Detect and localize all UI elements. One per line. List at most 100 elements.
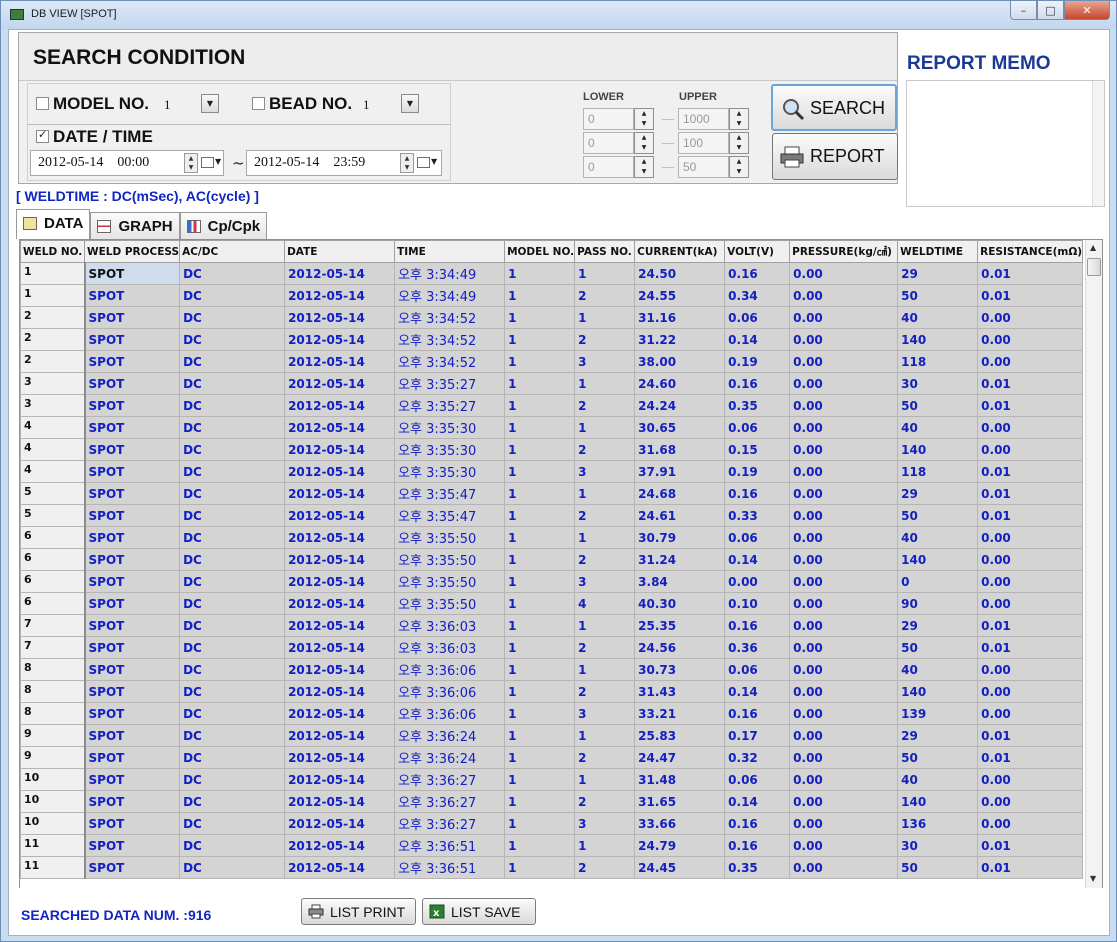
table-cell[interactable]: 0.01 xyxy=(977,834,1084,857)
table-cell[interactable]: 1 xyxy=(504,350,576,373)
table-cell[interactable]: DC xyxy=(179,372,286,395)
table-cell[interactable]: 오후 3:34:52 xyxy=(394,328,506,351)
table-cell[interactable]: 31.48 xyxy=(634,768,726,791)
table-row[interactable]: 2 SPOT DC 2012-05-14 오후 3:34:52 1 3 38.00 0.19 0.… xyxy=(20,350,1084,373)
table-cell[interactable]: 0.00 xyxy=(789,284,899,307)
table-cell[interactable]: SPOT xyxy=(83,724,181,747)
table-cell[interactable]: SPOT xyxy=(83,790,181,813)
table-cell[interactable]: 0.00 xyxy=(789,812,899,835)
table-cell[interactable]: 1 xyxy=(504,284,576,307)
table-cell[interactable]: 140 xyxy=(897,328,979,351)
table-row[interactable]: 4 SPOT DC 2012-05-14 오후 3:35:30 1 3 37.91 0.19 0.… xyxy=(20,460,1084,483)
table-cell[interactable]: 오후 3:35:27 xyxy=(394,372,506,395)
tab-data[interactable]: DATA xyxy=(16,209,91,239)
table-cell[interactable]: 24.61 xyxy=(634,504,726,527)
table-cell[interactable]: 1 xyxy=(504,702,576,725)
table-cell[interactable]: 0.00 xyxy=(977,416,1084,439)
table-cell[interactable]: 50 xyxy=(897,746,979,769)
table-cell[interactable]: 40.30 xyxy=(634,592,726,615)
scroll-down-icon[interactable]: ▼ xyxy=(1090,874,1096,883)
table-cell[interactable]: 0.00 xyxy=(789,548,899,571)
table-cell[interactable]: 2012-05-14 xyxy=(284,526,396,549)
lower-spinner-1[interactable]: ▲ ▼ xyxy=(634,108,654,130)
memo-scrollbar[interactable] xyxy=(1092,81,1104,206)
column-header[interactable]: DATE xyxy=(284,240,396,263)
table-cell[interactable]: 0.15 xyxy=(724,438,791,461)
table-cell[interactable]: 0.06 xyxy=(724,526,791,549)
table-cell[interactable]: 40 xyxy=(897,416,979,439)
table-cell[interactable]: 1 xyxy=(504,856,576,879)
table-cell[interactable]: 0.17 xyxy=(724,724,791,747)
table-cell[interactable]: 0.35 xyxy=(724,394,791,417)
table-cell[interactable]: SPOT xyxy=(83,372,181,395)
column-header[interactable]: PASS NO. xyxy=(574,240,636,263)
table-cell[interactable]: 38.00 xyxy=(634,350,726,373)
table-cell[interactable]: 4 xyxy=(574,592,636,615)
table-cell[interactable]: SPOT xyxy=(83,504,181,527)
table-cell[interactable]: SPOT xyxy=(83,746,181,769)
scroll-thumb[interactable] xyxy=(1087,258,1101,276)
table-row[interactable]: 10 SPOT DC 2012-05-14 오후 3:36:27 1 3 33.66 0.16 0… xyxy=(20,812,1084,835)
column-header[interactable]: PRESSURE(kg/㎠) xyxy=(789,240,899,263)
table-cell[interactable]: 0.00 xyxy=(789,680,899,703)
table-cell[interactable]: 0.00 xyxy=(789,746,899,769)
table-cell[interactable]: 0.00 xyxy=(789,372,899,395)
table-row[interactable]: 8 SPOT DC 2012-05-14 오후 3:36:06 1 1 30.73 0.06 0.… xyxy=(20,658,1084,681)
table-cell[interactable]: SPOT xyxy=(83,416,181,439)
table-cell[interactable]: 30.65 xyxy=(634,416,726,439)
upper-field-2[interactable]: 100 xyxy=(678,132,729,154)
table-cell[interactable]: 25.35 xyxy=(634,614,726,637)
table-cell[interactable]: DC xyxy=(179,658,286,681)
calendar-icon[interactable] xyxy=(417,157,430,168)
column-header[interactable]: RESISTANCE(mΩ) xyxy=(977,240,1084,263)
table-cell[interactable]: 3 xyxy=(574,812,636,835)
table-cell[interactable]: 0.00 xyxy=(789,724,899,747)
table-cell[interactable]: 0.00 xyxy=(977,680,1084,703)
table-cell[interactable]: 2 xyxy=(574,284,636,307)
table-cell[interactable]: 1 xyxy=(574,372,636,395)
table-cell[interactable]: 0.32 xyxy=(724,746,791,769)
close-button[interactable]: ✕ xyxy=(1064,1,1110,20)
table-cell[interactable]: 0.00 xyxy=(977,548,1084,571)
table-cell[interactable]: 오후 3:36:51 xyxy=(394,856,506,879)
table-cell[interactable]: 0.00 xyxy=(977,702,1084,725)
minimize-button[interactable]: – xyxy=(1010,1,1037,20)
tab-graph[interactable]: GRAPH xyxy=(90,212,180,239)
table-row[interactable]: 7 SPOT DC 2012-05-14 오후 3:36:03 1 2 24.56 0.36 0.… xyxy=(20,636,1084,659)
table-cell[interactable]: 0.16 xyxy=(724,834,791,857)
table-cell[interactable]: 0.33 xyxy=(724,504,791,527)
table-cell[interactable]: DC xyxy=(179,592,286,615)
table-cell[interactable]: 0.00 xyxy=(977,592,1084,615)
table-cell[interactable]: 0.16 xyxy=(724,372,791,395)
table-cell[interactable]: 24.56 xyxy=(634,636,726,659)
table-cell[interactable]: 30.79 xyxy=(634,526,726,549)
row-header-cell[interactable]: 7 xyxy=(20,636,86,659)
table-cell[interactable]: 1 xyxy=(504,834,576,857)
table-cell[interactable]: 90 xyxy=(897,592,979,615)
table-cell[interactable]: SPOT xyxy=(83,328,181,351)
table-cell[interactable]: 오후 3:36:03 xyxy=(394,636,506,659)
row-header-cell[interactable]: 1 xyxy=(20,262,86,285)
table-cell[interactable]: 33.66 xyxy=(634,812,726,835)
table-cell[interactable]: 140 xyxy=(897,548,979,571)
table-cell[interactable]: 30.73 xyxy=(634,658,726,681)
date-to-spinner[interactable]: ▲ ▼ xyxy=(400,153,414,173)
table-cell[interactable]: 0.01 xyxy=(977,614,1084,637)
table-cell[interactable]: 0.00 xyxy=(789,350,899,373)
table-cell[interactable]: 0.06 xyxy=(724,416,791,439)
table-cell[interactable]: 33.21 xyxy=(634,702,726,725)
table-cell[interactable]: 0.06 xyxy=(724,658,791,681)
table-row[interactable]: 4 SPOT DC 2012-05-14 오후 3:35:30 1 2 31.68 0.15 0.… xyxy=(20,438,1084,461)
upper-spinner-1[interactable]: ▲ ▼ xyxy=(729,108,749,130)
row-header-cell[interactable]: 10 xyxy=(20,790,86,813)
table-cell[interactable]: 오후 3:35:47 xyxy=(394,482,506,505)
table-cell[interactable]: 오후 3:34:52 xyxy=(394,350,506,373)
table-cell[interactable]: 24.50 xyxy=(634,262,726,285)
table-cell[interactable]: SPOT xyxy=(83,262,181,285)
table-cell[interactable]: 0.00 xyxy=(789,438,899,461)
table-cell[interactable]: 오후 3:36:27 xyxy=(394,768,506,791)
table-row[interactable]: 9 SPOT DC 2012-05-14 오후 3:36:24 1 2 24.47 0.32 0.… xyxy=(20,746,1084,769)
table-cell[interactable]: 0.00 xyxy=(789,702,899,725)
table-cell[interactable]: 3 xyxy=(574,702,636,725)
row-header-cell[interactable]: 6 xyxy=(20,548,86,571)
